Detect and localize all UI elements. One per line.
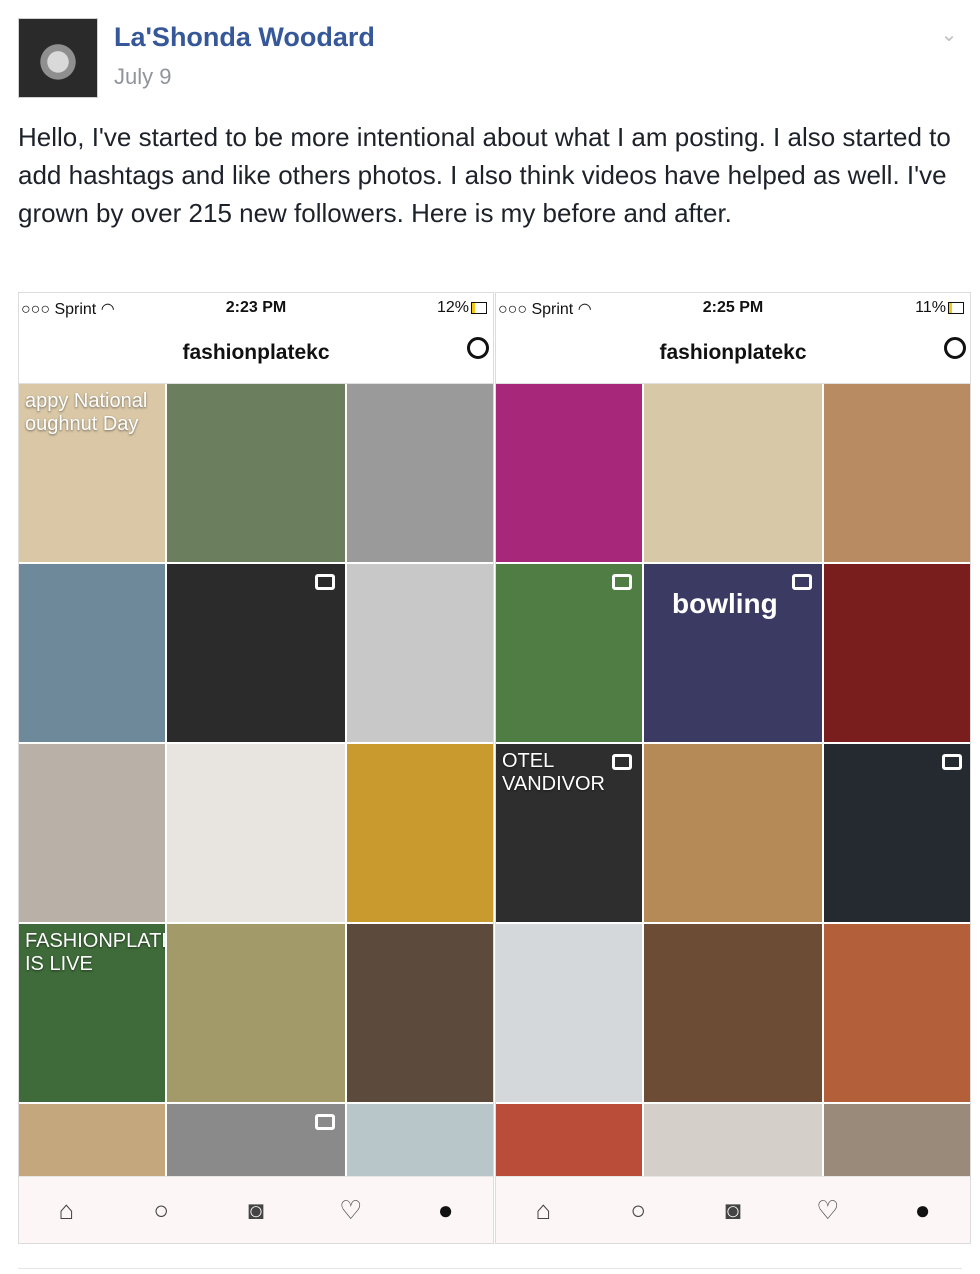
status-bar: ○○○ Sprint ◠ 2:23 PM 12% bbox=[19, 293, 493, 323]
photo-grid: bowling OTEL VANDIVOR bbox=[496, 384, 970, 1243]
camera-icon[interactable]: ◙ bbox=[716, 1193, 750, 1227]
home-icon[interactable]: ⌂ bbox=[526, 1193, 560, 1227]
video-icon bbox=[315, 574, 335, 590]
photo-tile[interactable] bbox=[824, 384, 970, 562]
ig-header: fashionplatekc bbox=[496, 323, 970, 384]
photo-tile[interactable] bbox=[496, 924, 642, 1102]
gear-icon[interactable] bbox=[467, 337, 489, 359]
profile-username: fashionplatekc bbox=[659, 341, 807, 364]
photo-tile[interactable] bbox=[19, 564, 165, 742]
profile-icon[interactable]: ● bbox=[429, 1193, 463, 1227]
photo-caption: bowling bbox=[672, 588, 778, 619]
phone-after: ○○○ Sprint ◠ 2:25 PM 11% fashionplatekc … bbox=[495, 292, 971, 1244]
status-time: 2:25 PM bbox=[702, 299, 764, 316]
photo-tile[interactable] bbox=[644, 744, 822, 922]
search-icon[interactable]: ○ bbox=[144, 1193, 178, 1227]
photo-tile[interactable] bbox=[347, 924, 493, 1102]
ig-header: fashionplatekc bbox=[19, 323, 493, 384]
photo-tile[interactable] bbox=[167, 564, 345, 742]
video-icon bbox=[792, 574, 812, 590]
avatar[interactable] bbox=[18, 18, 98, 98]
photo-tile[interactable] bbox=[824, 564, 970, 742]
heart-icon[interactable]: ♡ bbox=[811, 1193, 845, 1227]
chevron-down-icon[interactable]: ⌄ bbox=[936, 22, 962, 48]
photo-tile[interactable] bbox=[824, 744, 970, 922]
battery-icon bbox=[948, 301, 964, 314]
post-text: Hello, I've started to be more intention… bbox=[18, 122, 951, 228]
photo-tile[interactable]: FASHIONPLATEKC.TV IS LIVE bbox=[19, 924, 165, 1102]
photo-tile[interactable] bbox=[167, 924, 345, 1102]
tab-bar: ⌂ ○ ◙ ♡ ● bbox=[19, 1176, 493, 1243]
gear-icon[interactable] bbox=[944, 337, 966, 359]
camera-icon[interactable]: ◙ bbox=[239, 1193, 273, 1227]
photo-tile[interactable] bbox=[644, 384, 822, 562]
photo-tile[interactable] bbox=[496, 384, 642, 562]
status-bar: ○○○ Sprint ◠ 2:25 PM 11% bbox=[496, 293, 970, 323]
screenshots: ○○○ Sprint ◠ 2:23 PM 12% fashionplatekc … bbox=[18, 292, 972, 1244]
photo-tile[interactable] bbox=[19, 744, 165, 922]
tab-bar: ⌂ ○ ◙ ♡ ● bbox=[496, 1176, 970, 1243]
home-icon[interactable]: ⌂ bbox=[49, 1193, 83, 1227]
battery-level: 11% bbox=[915, 299, 946, 316]
photo-tile[interactable] bbox=[347, 744, 493, 922]
battery-icon bbox=[471, 301, 487, 314]
phone-before: ○○○ Sprint ◠ 2:23 PM 12% fashionplatekc … bbox=[18, 292, 494, 1244]
post-date[interactable]: July 9 bbox=[114, 64, 171, 90]
profile-icon[interactable]: ● bbox=[906, 1193, 940, 1227]
author-name[interactable]: La'Shonda Woodard bbox=[114, 22, 375, 53]
video-icon bbox=[942, 754, 962, 770]
heart-icon[interactable]: ♡ bbox=[334, 1193, 368, 1227]
photo-tile[interactable] bbox=[347, 384, 493, 562]
photo-tile[interactable] bbox=[167, 744, 345, 922]
photo-caption: FASHIONPLATEKC.TV IS LIVE bbox=[25, 930, 165, 975]
search-icon[interactable]: ○ bbox=[621, 1193, 655, 1227]
photo-grid: appy National oughnut Day FASHIONPLATEKC.… bbox=[19, 384, 493, 1243]
divider bbox=[18, 1268, 962, 1269]
profile-username: fashionplatekc bbox=[182, 341, 330, 364]
photo-tile[interactable]: appy National oughnut Day bbox=[19, 384, 165, 562]
video-icon bbox=[612, 574, 632, 590]
photo-tile[interactable] bbox=[644, 924, 822, 1102]
video-icon bbox=[315, 1114, 335, 1130]
photo-tile[interactable]: OTEL VANDIVOR bbox=[496, 744, 642, 922]
photo-tile[interactable] bbox=[824, 924, 970, 1102]
video-icon bbox=[612, 754, 632, 770]
photo-tile[interactable] bbox=[167, 384, 345, 562]
battery-level: 12% bbox=[436, 299, 469, 316]
photo-tile[interactable] bbox=[347, 564, 493, 742]
status-time: 2:23 PM bbox=[225, 299, 287, 316]
photo-caption: appy National oughnut Day bbox=[25, 390, 148, 435]
photo-tile[interactable] bbox=[496, 564, 642, 742]
post-header: La'Shonda Woodard July 9 ⌄ bbox=[18, 18, 962, 98]
photo-tile[interactable]: bowling bbox=[644, 564, 822, 742]
